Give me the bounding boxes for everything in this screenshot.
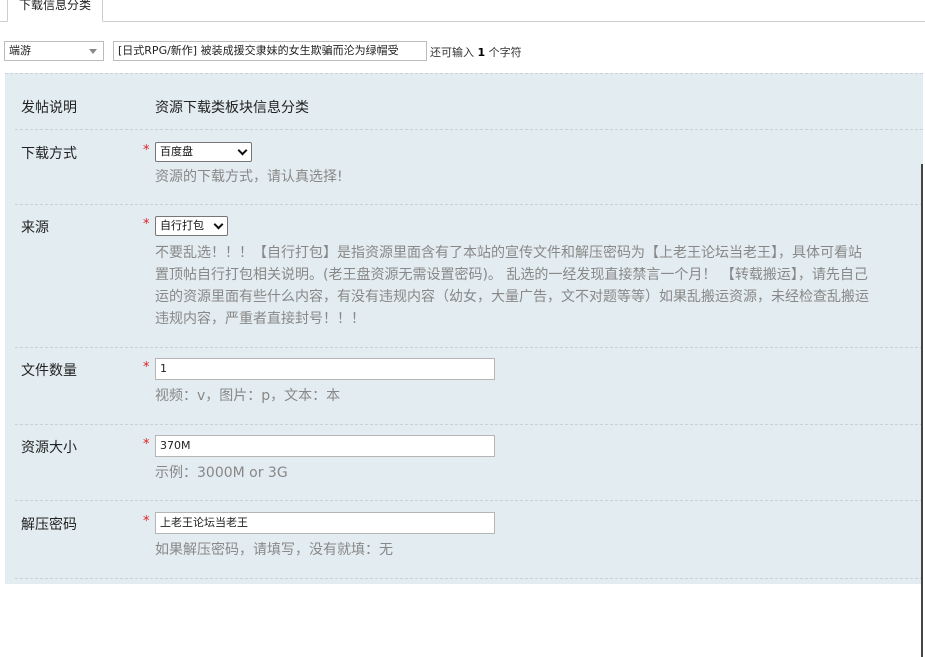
file-count-value: 1 bbox=[160, 362, 167, 375]
chevron-down-icon bbox=[213, 219, 224, 230]
tab-bar: 下载信息分类 bbox=[0, 0, 925, 22]
download-label: 下载方式 bbox=[21, 146, 77, 162]
required-mark: * bbox=[143, 360, 150, 375]
source-tip-line: 不要乱选！！！【自行打包】是指资源里面含有了本站的宣传文件和解压密码为【上老王论… bbox=[155, 245, 862, 261]
desc-value: 资源下载类板块信息分类 bbox=[155, 100, 309, 116]
form-row-files: 文件数量 * 1 视频：v，图片：p，文本：本 bbox=[15, 348, 923, 425]
hint-prefix: 还可输入 bbox=[430, 46, 474, 59]
size-label: 资源大小 bbox=[21, 440, 77, 456]
unzip-password-value: 上老王论坛当老王 bbox=[160, 516, 248, 529]
source-value: 自行打包 bbox=[160, 219, 204, 232]
desc-label: 发帖说明 bbox=[21, 100, 77, 116]
password-label: 解压密码 bbox=[21, 517, 77, 533]
source-select[interactable]: 自行打包 bbox=[155, 216, 228, 236]
required-mark: * bbox=[143, 514, 150, 529]
download-method-value: 百度盘 bbox=[160, 145, 193, 158]
source-tip: 不要乱选！！！【自行打包】是指资源里面含有了本站的宣传文件和解压密码为【上老王论… bbox=[155, 242, 925, 330]
required-mark: * bbox=[143, 217, 150, 232]
title-input-value: [日式RPG/新作] 被装成援交隶妹的女生欺骗而沦为绿帽受 bbox=[118, 44, 399, 57]
required-mark: * bbox=[143, 437, 150, 452]
source-tip-line: 运的资源里面有些什么内容，有没有违规内容（幼女，大量广告，文不对题等等）如果乱搬… bbox=[155, 289, 869, 305]
hint-suffix: 个字符 bbox=[488, 46, 522, 59]
chevron-down-icon bbox=[89, 49, 97, 54]
file-count-input[interactable]: 1 bbox=[155, 358, 495, 380]
form-panel: 发帖说明 资源下载类板块信息分类 下载方式 * 百度盘 资源的下载方式，请认真选… bbox=[5, 73, 923, 657]
resource-size-value: 370M bbox=[160, 439, 191, 452]
source-tip-line: 置顶帖自行打包相关说明。(老王盘资源无需设置密码)。 乱选的一经发现直接禁言一个… bbox=[155, 267, 868, 283]
unzip-password-input[interactable]: 上老王论坛当老王 bbox=[155, 512, 495, 534]
scrollbar[interactable] bbox=[921, 164, 923, 657]
form-row-source: 来源 * 自行打包 不要乱选！！！【自行打包】是指资源里面含有了本站的宣传文件和… bbox=[15, 205, 923, 348]
form-row-download: 下载方式 * 百度盘 资源的下载方式，请认真选择! bbox=[15, 130, 923, 205]
form-row-password: 解压密码 * 上老王论坛当老王 如果解压密码，请填写，没有就填：无 bbox=[15, 501, 923, 579]
tab-download-info[interactable]: 下载信息分类 bbox=[7, 0, 103, 22]
download-method-select[interactable]: 百度盘 bbox=[155, 142, 252, 162]
download-tip: 资源的下载方式，请认真选择! bbox=[155, 169, 343, 185]
form-row-desc: 发帖说明 资源下载类板块信息分类 bbox=[15, 74, 923, 130]
source-label: 来源 bbox=[21, 220, 49, 236]
form-row-size: 资源大小 * 370M 示例：3000M or 3G bbox=[15, 425, 923, 501]
title-input[interactable]: [日式RPG/新作] 被装成援交隶妹的女生欺骗而沦为绿帽受 bbox=[113, 41, 427, 61]
size-tip: 示例：3000M or 3G bbox=[155, 465, 288, 481]
tab-label: 下载信息分类 bbox=[18, 0, 91, 12]
char-count-hint: 还可输入 1 个字符 bbox=[430, 44, 522, 60]
files-label: 文件数量 bbox=[21, 363, 77, 379]
resource-size-input[interactable]: 370M bbox=[155, 435, 495, 457]
files-tip: 视频：v，图片：p，文本：本 bbox=[155, 388, 341, 404]
thread-type-select[interactable]: 端游 bbox=[4, 41, 104, 61]
required-mark: * bbox=[143, 143, 150, 158]
password-tip: 如果解压密码，请填写，没有就填：无 bbox=[155, 542, 393, 558]
thread-type-value: 端游 bbox=[9, 44, 31, 57]
chevron-down-icon bbox=[237, 145, 248, 156]
hint-count: 1 bbox=[477, 46, 486, 59]
source-tip-line: 违规内容，严重者直接封号！！！ bbox=[155, 311, 365, 327]
